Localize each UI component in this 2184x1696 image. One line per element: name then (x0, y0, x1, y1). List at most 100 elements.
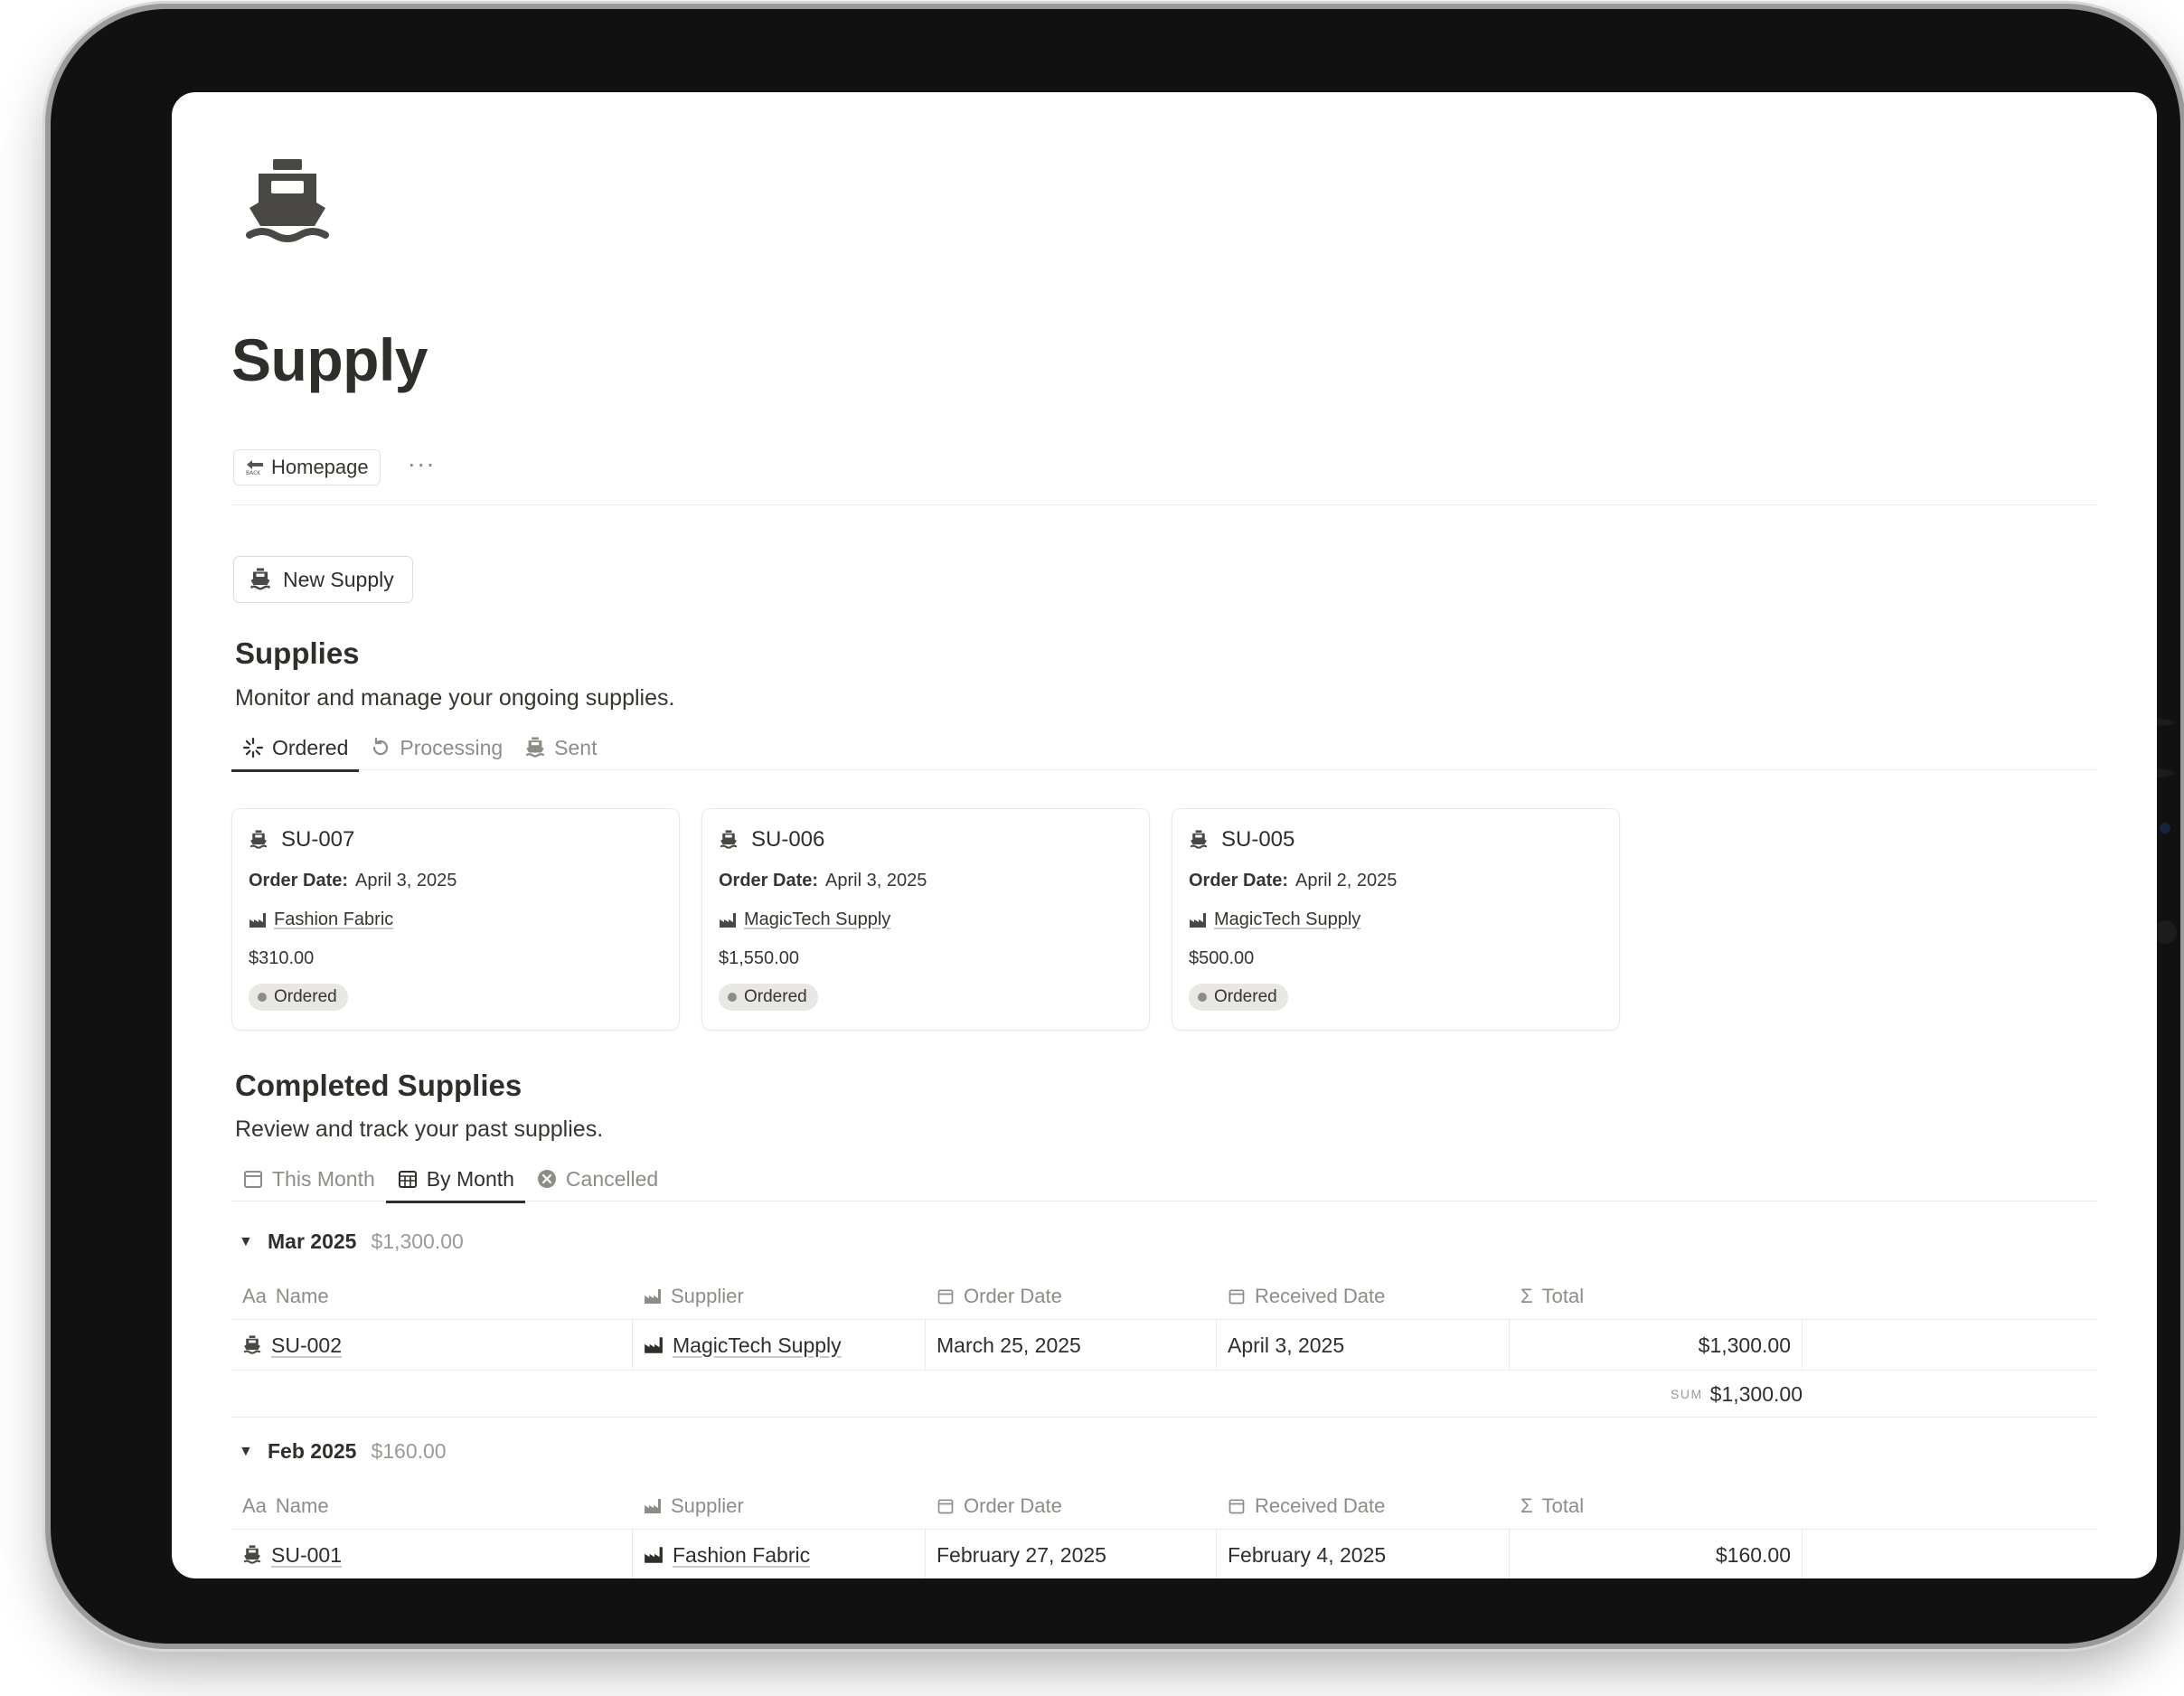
completed-description: Review and track your past supplies. (235, 1117, 604, 1142)
status-badge: Ordered (719, 984, 818, 1011)
divider (231, 504, 2097, 505)
calendar-icon (242, 1168, 264, 1190)
column-name[interactable]: Aa Name (231, 1483, 633, 1530)
cell-supplier[interactable]: MagicTech Supply (633, 1320, 926, 1371)
order-date-label: Order Date: (249, 871, 349, 890)
supply-card[interactable]: SU-007 Order Date: April 3, 2025 Fashion … (231, 808, 680, 1031)
tab-by-month[interactable]: By Month (385, 1156, 526, 1203)
supplier-name: MagicTech Supply (1214, 909, 1361, 929)
tab-cancelled[interactable]: Cancelled (525, 1156, 669, 1201)
column-label: Supplier (671, 1284, 744, 1307)
table-footer: SUM $1,300.00 (231, 1371, 2097, 1418)
group-header[interactable]: ▼ Mar 2025 $1,300.00 (239, 1230, 464, 1254)
tab-sent[interactable]: Sent (513, 725, 607, 770)
calendar-icon (937, 1287, 955, 1305)
group-header[interactable]: ▼ Feb 2025 $160.00 (239, 1439, 447, 1464)
card-title: SU-006 (719, 827, 1133, 853)
cell-received-date[interactable]: April 3, 2025 (1217, 1320, 1510, 1371)
factory-icon (644, 1498, 662, 1514)
column-total[interactable]: Σ Total (1510, 1273, 1803, 1320)
breadcrumb: BACK Homepage ··· (233, 449, 436, 485)
order-date-value: April 3, 2025 (355, 871, 457, 890)
group-sum: $160.00 (371, 1439, 447, 1463)
card-title: SU-007 (249, 827, 663, 853)
supply-card[interactable]: SU-005 Order Date: April 2, 2025 MagicTec… (1172, 808, 1620, 1031)
column-received-date[interactable]: Received Date (1217, 1273, 1510, 1320)
supplier-name: Fashion Fabric (274, 909, 394, 929)
sum-cell[interactable]: SUM $1,300.00 (1671, 1371, 1803, 1418)
order-date-label: Order Date: (1189, 871, 1289, 890)
column-supplier[interactable]: Supplier (633, 1273, 926, 1320)
cell-name[interactable]: SU-002 (231, 1320, 633, 1371)
table-header: Aa Name Supplier Order Date Received Date… (231, 1273, 2097, 1320)
back-sign-icon: BACK (245, 459, 265, 476)
supply-card[interactable]: SU-006 Order Date: April 3, 2025 MagicTec… (701, 808, 1150, 1031)
column-label: Name (275, 1493, 329, 1517)
supply-cards: SU-007 Order Date: April 3, 2025 Fashion … (231, 808, 1620, 1031)
status-label: Ordered (1214, 987, 1277, 1006)
column-total[interactable]: Σ Total (1510, 1483, 1803, 1530)
collapse-triangle-icon[interactable]: ▼ (239, 1444, 253, 1460)
sigma-icon: Σ (1520, 1493, 1533, 1517)
group-sum: $1,300.00 (371, 1230, 464, 1253)
column-order-date[interactable]: Order Date (926, 1483, 1217, 1530)
column-label: Order Date (964, 1493, 1062, 1517)
card-amount: $310.00 (249, 948, 315, 968)
row-supplier: Fashion Fabric (673, 1542, 811, 1567)
table-row[interactable]: SU-002 MagicTech Supply March 25, 2025 A… (231, 1320, 2097, 1371)
collapse-triangle-icon[interactable]: ▼ (239, 1234, 253, 1250)
column-name[interactable]: Aa Name (231, 1273, 633, 1320)
ship-icon (524, 737, 546, 758)
tab-ordered[interactable]: Ordered (231, 725, 360, 772)
order-date-label: Order Date: (719, 871, 819, 890)
status-badge: Ordered (1189, 984, 1288, 1011)
status-badge: Ordered (249, 984, 348, 1011)
sum-label: SUM (1671, 1387, 1703, 1401)
card-order-date: Order Date: April 3, 2025 (719, 871, 1133, 891)
supplies-tabs: Ordered Processing Sent (231, 725, 2097, 772)
column-label: Received Date (1255, 1284, 1386, 1307)
order-date-value: April 2, 2025 (1295, 871, 1398, 890)
ship-icon[interactable] (242, 157, 333, 251)
spinner-icon (242, 737, 264, 758)
factory-icon (1189, 912, 1207, 928)
row-name: SU-001 (271, 1542, 342, 1567)
tab-label: Ordered (272, 735, 349, 759)
column-supplier[interactable]: Supplier (633, 1483, 926, 1530)
card-supplier[interactable]: Fashion Fabric (249, 909, 663, 930)
table-row[interactable]: SU-001 Fashion Fabric February 27, 2025 … (231, 1530, 2097, 1578)
order-date-value: April 3, 2025 (825, 871, 927, 890)
page-title: Supply (231, 326, 428, 393)
sum-value: $1,300.00 (1709, 1381, 1803, 1406)
app-screen: Supply BACK Homepage ··· New Supply Supp… (172, 92, 2157, 1578)
cell-total[interactable]: $160.00 (1510, 1530, 1803, 1578)
tab-this-month[interactable]: This Month (231, 1156, 386, 1201)
tab-processing[interactable]: Processing (359, 725, 513, 770)
card-id: SU-007 (281, 827, 355, 852)
completed-tabs: This Month By Month Cancelled (231, 1156, 2097, 1203)
column-label: Supplier (671, 1493, 744, 1517)
cell-order-date[interactable]: March 25, 2025 (926, 1320, 1217, 1371)
card-supplier[interactable]: MagicTech Supply (719, 909, 1133, 930)
card-amount: $1,550.00 (719, 948, 799, 968)
card-supplier[interactable]: MagicTech Supply (1189, 909, 1603, 930)
cell-total[interactable]: $1,300.00 (1510, 1320, 1803, 1371)
sigma-icon: Σ (1520, 1284, 1533, 1307)
completed-heading: Completed Supplies (235, 1069, 522, 1102)
calendar-grid-icon (397, 1168, 419, 1190)
cell-supplier[interactable]: Fashion Fabric (633, 1530, 926, 1578)
column-order-date[interactable]: Order Date (926, 1273, 1217, 1320)
column-label: Name (275, 1284, 329, 1307)
group-name: Mar 2025 (268, 1230, 357, 1253)
cell-received-date[interactable]: February 4, 2025 (1217, 1530, 1510, 1578)
status-label: Ordered (744, 987, 807, 1006)
tab-label: Processing (400, 735, 504, 759)
cell-order-date[interactable]: February 27, 2025 (926, 1530, 1217, 1578)
homepage-link[interactable]: BACK Homepage (233, 449, 381, 485)
more-options-button[interactable]: ··· (408, 451, 436, 476)
new-supply-button[interactable]: New Supply (233, 556, 413, 603)
cell-name[interactable]: SU-001 (231, 1530, 633, 1578)
column-received-date[interactable]: Received Date (1217, 1483, 1510, 1530)
ship-icon (242, 1335, 262, 1355)
tab-label: Sent (554, 735, 598, 759)
